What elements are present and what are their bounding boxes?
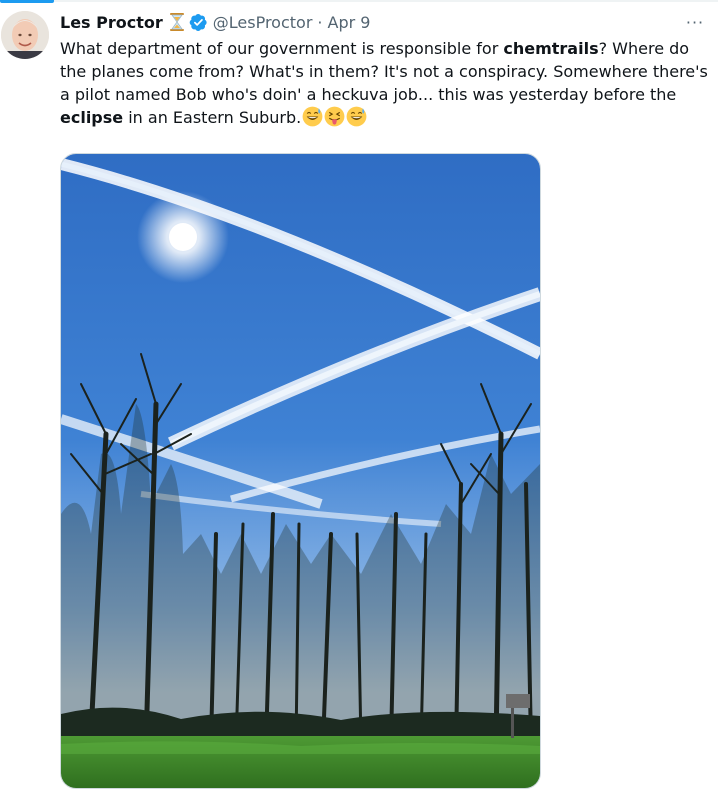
verified-badge-icon[interactable]: [189, 13, 208, 32]
tweet-text-part: What department of our government is res…: [60, 39, 504, 58]
tweet-photo[interactable]: [60, 153, 541, 789]
bold-keyword-eclipse: eclipse: [60, 108, 124, 127]
more-options-icon[interactable]: ···: [684, 12, 706, 32]
tweet[interactable]: Les Proctor @LesProctor · Apr 9 ··· What…: [0, 0, 718, 789]
hourglass-icon: [169, 13, 184, 31]
separator-dot: ·: [317, 12, 323, 32]
grinning-sweat-emoji: [302, 106, 323, 127]
photo-sky-contrails-trees: [61, 154, 540, 788]
author-handle[interactable]: @LesProctor: [213, 13, 313, 32]
bold-keyword-chemtrails: chemtrails: [503, 39, 599, 58]
author-name[interactable]: Les Proctor: [60, 13, 163, 32]
grinning-sweat-emoji: [346, 106, 367, 127]
tweet-text-part: in an Eastern Suburb.: [123, 108, 302, 127]
squinting-tongue-emoji: [324, 106, 345, 127]
tweet-text: What department of our government is res…: [60, 37, 710, 129]
tweet-header: Les Proctor @LesProctor · Apr 9: [60, 11, 370, 33]
tweet-date[interactable]: Apr 9: [328, 13, 371, 32]
avatar[interactable]: [1, 11, 49, 59]
